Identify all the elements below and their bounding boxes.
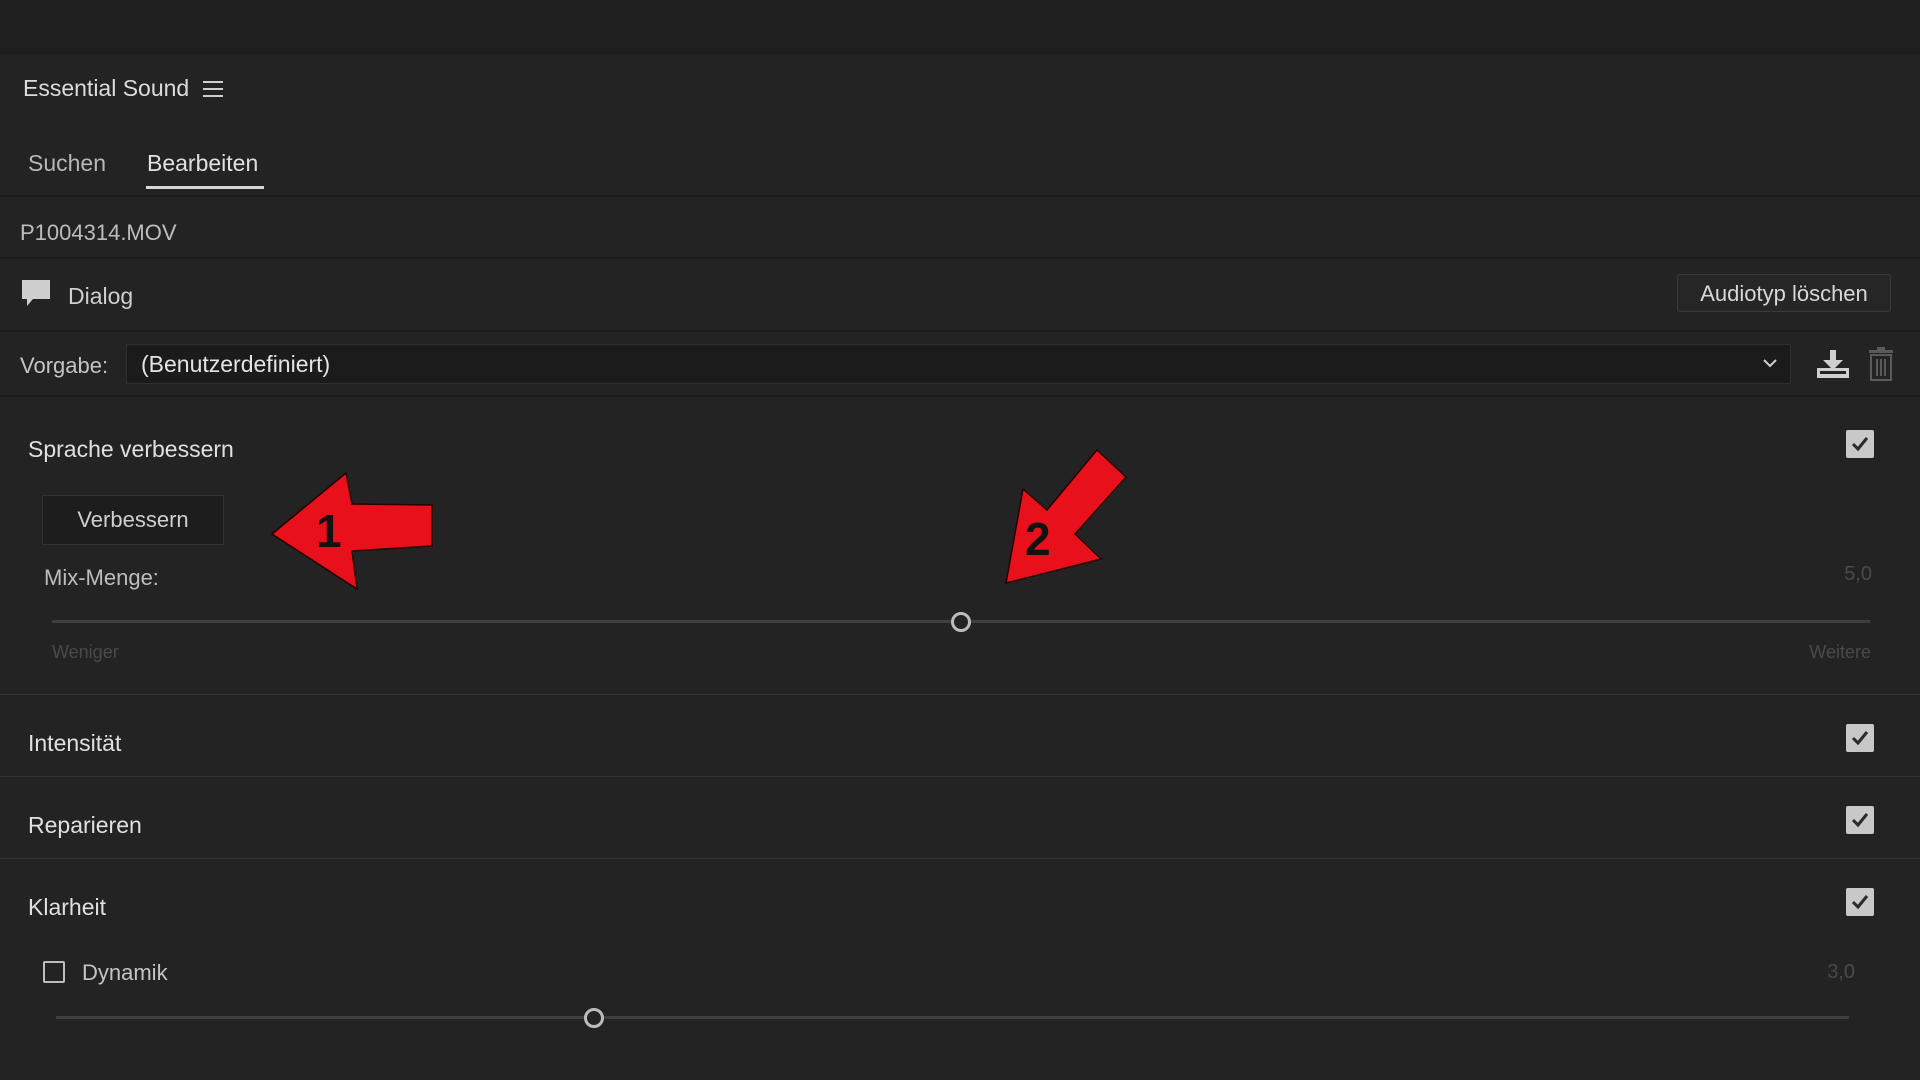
- dynamics-slider-track[interactable]: [56, 1016, 1849, 1019]
- intensity-enable-checkbox[interactable]: [1846, 724, 1874, 752]
- mix-amount-value: 5,0: [1844, 563, 1872, 585]
- trash-icon[interactable]: [1867, 346, 1895, 382]
- preset-label: Vorgabe:: [20, 353, 109, 378]
- checkmark-icon: [1851, 437, 1869, 452]
- divider: [0, 195, 1920, 197]
- window-top-bar: [0, 0, 1920, 55]
- section-title-repair[interactable]: Reparieren: [28, 812, 142, 839]
- save-preset-icon[interactable]: [1815, 348, 1851, 380]
- repair-enable-checkbox[interactable]: [1846, 806, 1874, 834]
- section-title-intensity[interactable]: Intensität: [28, 730, 121, 757]
- annotation-label-1: 1: [316, 505, 342, 557]
- divider: [0, 395, 1920, 397]
- slider-max-label: Weitere: [1809, 642, 1871, 662]
- section-title-speech[interactable]: Sprache verbessern: [28, 436, 234, 463]
- speech-bubble-icon: [22, 280, 50, 306]
- mix-amount-label: Mix-Menge:: [44, 565, 159, 590]
- chevron-down-icon: [1763, 359, 1777, 368]
- mix-amount-slider-thumb[interactable]: [951, 612, 971, 632]
- annotation-overlay: 1 2: [270, 448, 1128, 591]
- clear-audio-type-button[interactable]: Audiotyp löschen: [1677, 274, 1891, 312]
- divider: [0, 330, 1920, 332]
- tab-bearbeiten[interactable]: Bearbeiten: [147, 150, 258, 177]
- tab-suchen[interactable]: Suchen: [28, 150, 106, 177]
- speech-enable-checkbox[interactable]: [1846, 430, 1874, 458]
- active-tab-indicator: [146, 186, 264, 189]
- checkmark-icon: [1851, 895, 1869, 910]
- panel-title: Essential Sound: [23, 75, 190, 101]
- preset-value: (Benutzerdefiniert): [141, 351, 331, 377]
- divider: [0, 858, 1920, 859]
- section-title-clarity[interactable]: Klarheit: [28, 894, 106, 921]
- slider-min-label: Weniger: [52, 642, 119, 662]
- checkmark-icon: [1851, 731, 1869, 746]
- dynamics-label: Dynamik: [82, 960, 168, 985]
- annotation-arrow-1: [270, 471, 433, 591]
- clarity-enable-checkbox[interactable]: [1846, 888, 1874, 916]
- dynamics-checkbox[interactable]: [43, 961, 65, 983]
- divider: [0, 694, 1920, 695]
- divider: [0, 776, 1920, 777]
- audio-type-label: Dialog: [68, 283, 134, 309]
- preset-dropdown[interactable]: (Benutzerdefiniert): [126, 344, 1791, 384]
- enhance-button[interactable]: Verbessern: [42, 495, 224, 545]
- clip-filename: P1004314.MOV: [20, 220, 177, 245]
- dynamics-slider-thumb[interactable]: [583, 1008, 604, 1028]
- divider: [0, 257, 1920, 259]
- annotation-label-2: 2: [1025, 513, 1051, 565]
- checkmark-icon: [1851, 813, 1869, 828]
- hamburger-menu-icon[interactable]: [203, 81, 223, 97]
- annotation-arrow-2: [1005, 448, 1128, 585]
- dynamics-value: 3,0: [1827, 961, 1855, 983]
